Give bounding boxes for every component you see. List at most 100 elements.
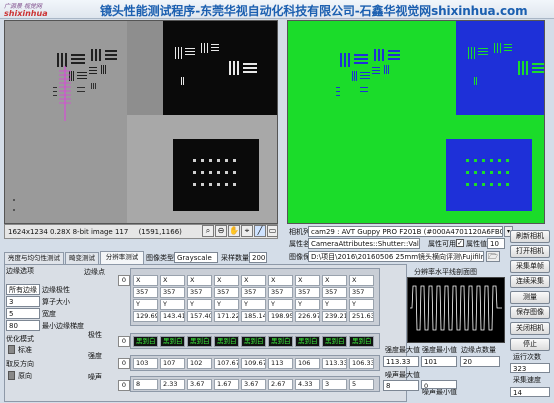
open-camera-button[interactable]: 打开相机 — [510, 245, 550, 258]
pan-hand-icon[interactable]: ✋ — [228, 225, 240, 237]
noise-value: 8 — [133, 379, 158, 390]
save-path-field[interactable]: D:\项目\2016\20160506 25mm镜头横向评测\Fujifilm\… — [308, 251, 484, 262]
cursor-coords: (1591,1166) — [138, 228, 182, 236]
attr-name-field[interactable]: CameraAttributes::Shutter::Value — [308, 238, 420, 249]
edge-x-value: 357 — [133, 287, 158, 298]
min-noise-label: 噪声最小值 — [422, 388, 457, 396]
tab-brightness[interactable]: 亮度与均匀性测试 — [4, 252, 64, 264]
profile-title: 分辨率水平线剖面图 — [414, 268, 477, 276]
edge-x-header: X — [160, 275, 185, 286]
min-strength-field[interactable]: 80 — [6, 320, 40, 331]
sample-count-field[interactable]: 200 — [249, 252, 267, 263]
optimize-toggle[interactable] — [8, 345, 15, 354]
rect-tool-icon[interactable]: ▭ — [267, 225, 278, 237]
single-capture-button[interactable]: 采集单帧 — [510, 260, 550, 273]
resolution-target-image — [5, 21, 277, 223]
edge-x-value: 357 — [268, 287, 293, 298]
edge-x-header: X — [295, 275, 320, 286]
strength-value: 107 — [160, 358, 185, 369]
edge-polarity-select[interactable]: 所有边缘 — [6, 284, 40, 295]
strength-value: 102 — [187, 358, 212, 369]
min-strength-stat-field: 101 — [421, 356, 457, 367]
edge-y-value: 129.69 — [133, 311, 158, 322]
edge-y-header: Y — [241, 299, 266, 310]
noise-value: 3.67 — [187, 379, 212, 390]
sort-toggle[interactable] — [8, 371, 15, 380]
edge-y-value: 143.41 — [160, 311, 185, 322]
attr-value-field[interactable]: 10 — [487, 238, 505, 249]
edge-y-header: Y — [214, 299, 239, 310]
folder-icon[interactable]: 🗁 — [486, 251, 500, 262]
logo: 广源景 视觉网 shixinhua — [4, 1, 70, 18]
strength-value: 113 — [268, 358, 293, 369]
close-camera-button[interactable]: 关闭相机 — [510, 322, 550, 335]
min-noise-field: 0 — [421, 380, 457, 389]
edge-y-header: Y — [160, 299, 185, 310]
camera-list-select[interactable]: cam29 : AVT Guppy PRO F201B (#000A470112… — [308, 226, 503, 237]
max-noise-label: 噪声最大值 — [385, 371, 420, 379]
continuous-capture-button[interactable]: 连续采集 — [510, 275, 550, 288]
edge-y-value: 251.63 — [349, 311, 374, 322]
sample-count-label: 采样数量 — [221, 254, 249, 262]
edge-y-header: Y — [268, 299, 293, 310]
title-bar: 广源景 视觉网 shixinhua 镜头性能测试程序-东莞华视自动化科技有限公司… — [0, 0, 554, 19]
tab-resolution[interactable]: 分辨率测试 — [100, 251, 144, 264]
edge-x-header: X — [133, 275, 158, 286]
edge-x-header: X — [214, 275, 239, 286]
polarity-label: 极性 — [88, 331, 102, 339]
save-image-button[interactable]: 保存图像 — [510, 306, 550, 319]
edge-polarity-label: 边缘极性 — [42, 286, 70, 294]
strength-value: 109.67 — [241, 358, 266, 369]
polarity-value: 黑到白 — [187, 336, 212, 347]
optimize-label: 优化模式 — [6, 335, 34, 343]
strength-index[interactable]: 0 — [118, 358, 130, 369]
width-field[interactable]: 5 — [6, 308, 40, 319]
camera-image-view[interactable] — [4, 20, 278, 224]
min-strength-stat-label: 强度最小值 — [422, 346, 457, 354]
image-type-label: 图像类型 — [146, 254, 174, 262]
edge-x-value: 357 — [241, 287, 266, 298]
edge-x-header: X — [322, 275, 347, 286]
strength-value: 103 — [133, 358, 158, 369]
analysis-image-view[interactable] — [287, 20, 545, 224]
profile-graph — [407, 277, 505, 343]
binary-overlay-image — [288, 21, 544, 223]
image-type-select[interactable]: Grayscale — [174, 252, 218, 263]
max-noise-field: 8 — [383, 380, 419, 391]
kernel-size-field[interactable]: 3 — [6, 296, 40, 307]
sort-label: 取反方向 — [6, 360, 34, 368]
line-tool-icon[interactable]: ╱ — [254, 225, 266, 237]
polarity-value: 黑到白 — [349, 336, 374, 347]
edge-y-header: Y — [322, 299, 347, 310]
polarity-index[interactable]: 0 — [118, 336, 130, 347]
polarity-value: 黑到白 — [322, 336, 347, 347]
edge-y-value: 185.14 — [241, 311, 266, 322]
refresh-camera-button[interactable]: 刷新相机 — [510, 230, 550, 243]
edge-x-value: 357 — [214, 287, 239, 298]
sort-value: 原向 — [18, 372, 32, 380]
min-strength-label: 最小边缘梯度 — [42, 322, 84, 330]
noise-label: 噪声 — [88, 373, 102, 381]
strength-label: 强度 — [88, 352, 102, 360]
noise-value: 4.33 — [295, 379, 320, 390]
edges-label: 边缘点 — [84, 268, 105, 276]
edge-x-header: X — [268, 275, 293, 286]
attr-avail-checkbox[interactable]: ✓ — [456, 239, 464, 247]
edge-x-value: 357 — [295, 287, 320, 298]
zoom-icon[interactable]: ⌕ — [202, 225, 214, 237]
stop-button[interactable]: 停止 — [510, 338, 550, 351]
crosshair-icon[interactable]: ⌖ — [241, 225, 253, 237]
edge-y-header: Y — [349, 299, 374, 310]
edges-index[interactable]: 0 — [118, 275, 130, 286]
attr-value-label: 属性值 — [466, 240, 487, 248]
measure-button[interactable]: 测量 — [510, 291, 550, 304]
edge-count-label: 边缘点数量 — [461, 346, 496, 354]
edge-y-header: Y — [133, 299, 158, 310]
tab-distortion[interactable]: 畸变测试 — [65, 252, 99, 264]
zoom-out-icon[interactable]: ⊖ — [215, 225, 227, 237]
strength-value: 106 — [295, 358, 320, 369]
polarity-value: 黑到白 — [160, 336, 185, 347]
noise-index[interactable]: 0 — [118, 380, 130, 391]
polarity-value: 黑到白 — [133, 336, 158, 347]
noise-value: 3 — [322, 379, 347, 390]
